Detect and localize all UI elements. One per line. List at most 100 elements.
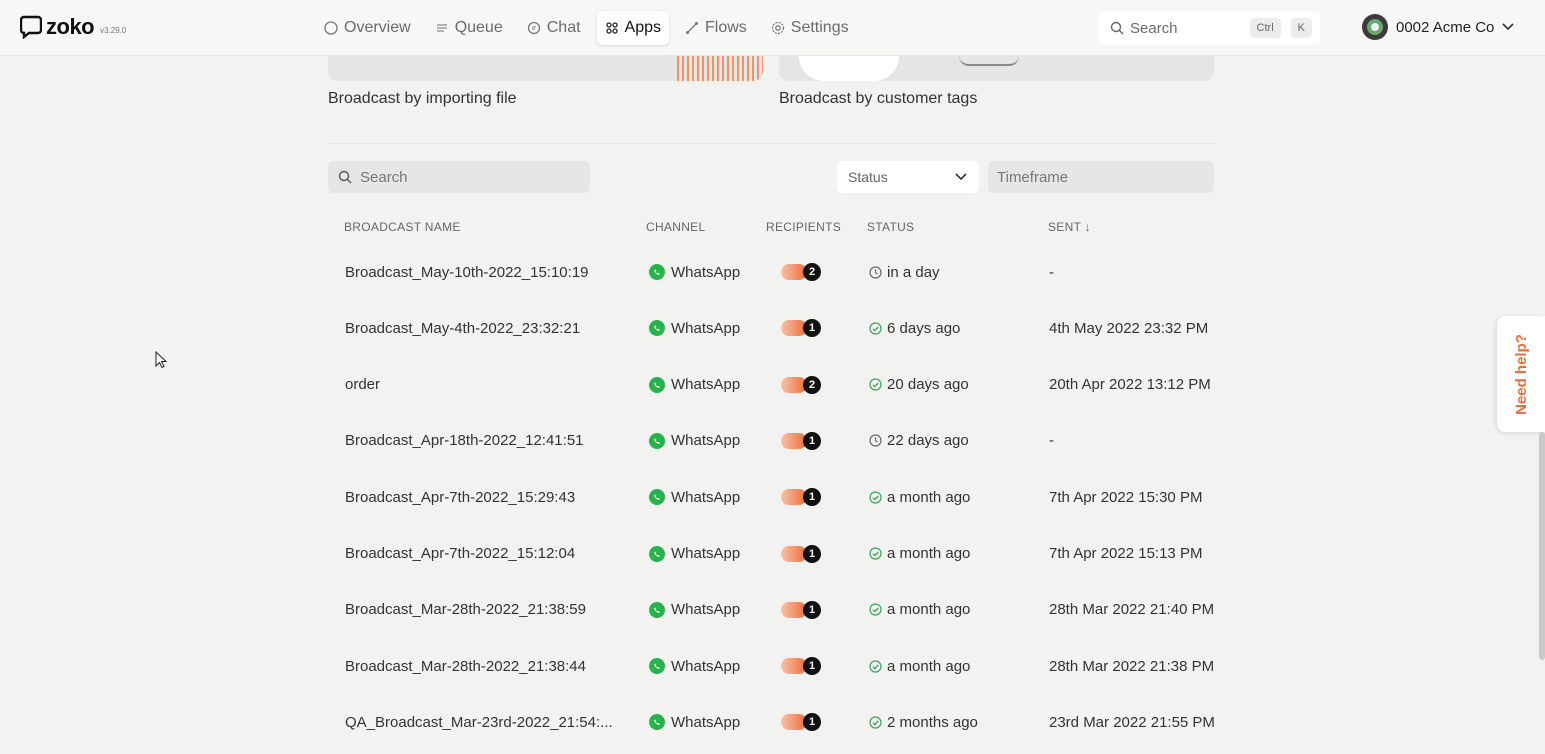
status-text: 6 days ago: [887, 319, 961, 337]
channel-cell: WhatsApp: [649, 638, 740, 694]
status-cell: 6 days ago: [869, 300, 960, 356]
search-icon: [1110, 21, 1124, 35]
table-row[interactable]: order WhatsApp 2 20 days ago 20th Apr 20…: [328, 357, 1214, 413]
column-header-sent[interactable]: SENT ↓: [1048, 220, 1091, 234]
broadcast-name[interactable]: Broadcast_Apr-7th-2022_15:12:04: [345, 526, 575, 582]
table-row[interactable]: Broadcast_May-10th-2022_15:10:19 WhatsAp…: [328, 244, 1214, 300]
check-circle-icon: [869, 659, 882, 673]
broadcast-tags-card[interactable]: [779, 56, 1214, 81]
recipients-indicator: 1: [781, 319, 823, 338]
recipients-indicator: 2: [781, 263, 823, 281]
broadcast-name[interactable]: Broadcast_Apr-18th-2022_12:41:51: [345, 413, 584, 469]
table-row[interactable]: Broadcast_Apr-7th-2022_15:12:04 WhatsApp…: [328, 526, 1214, 582]
need-help-button[interactable]: Need help?: [1497, 316, 1545, 432]
search-placeholder: Search: [360, 168, 408, 186]
global-search[interactable]: Search Ctrl K: [1098, 11, 1320, 45]
column-header-status[interactable]: STATUS: [867, 220, 914, 234]
table-row[interactable]: Broadcast_Mar-28th-2022_21:38:59 WhatsAp…: [328, 582, 1214, 638]
channel-label: WhatsApp: [671, 601, 741, 619]
nav-label: Chat: [546, 19, 581, 36]
nav-label: Overview: [344, 19, 411, 36]
channel-label: WhatsApp: [671, 263, 741, 281]
table-row[interactable]: Broadcast_May-4th-2022_23:32:21 WhatsApp…: [328, 300, 1214, 356]
clock-icon: [869, 434, 882, 447]
channel-cell: WhatsApp: [649, 469, 740, 525]
sent-time: 28th Mar 2022 21:38 PM: [1049, 657, 1215, 675]
channel-cell: WhatsApp: [649, 526, 740, 582]
account-switcher[interactable]: 0002 Acme Co: [1362, 14, 1514, 40]
channel-label: WhatsApp: [671, 657, 741, 675]
sent-time: 7th Apr 2022 15:30 PM: [1049, 488, 1203, 506]
sent-time: 28th Mar 2022 21:40 PM: [1049, 601, 1215, 619]
column-header-channel[interactable]: CHANNEL: [646, 220, 705, 234]
recipients-count: 2: [803, 375, 821, 394]
status-text: a month ago: [887, 488, 971, 506]
app-version: v3.29.0: [100, 25, 127, 35]
broadcast-name[interactable]: Broadcast_Apr-7th-2022_15:29:43: [345, 469, 575, 525]
global-search-placeholder: Search: [1130, 19, 1178, 37]
status-text: 2 months ago: [887, 713, 978, 731]
nav-chat[interactable]: Chat: [519, 11, 589, 45]
recipients-cell: 1: [781, 638, 823, 694]
channel-cell: WhatsApp: [649, 413, 740, 469]
table-row[interactable]: Broadcast_Apr-7th-2022_15:29:43 WhatsApp…: [328, 469, 1214, 525]
nav-queue[interactable]: Queue: [427, 11, 511, 45]
status-filter-select[interactable]: Status: [837, 161, 979, 193]
sent-time: -: [1049, 263, 1054, 281]
recipients-cell: 1: [781, 469, 823, 525]
main-nav: Overview Queue Chat Apps Flows Settings: [316, 11, 857, 45]
recipients-cell: 2: [781, 357, 823, 413]
channel-cell: WhatsApp: [649, 582, 740, 638]
broadcast-name[interactable]: Broadcast_Mar-28th-2022_21:38:44: [345, 638, 586, 694]
channel-cell: WhatsApp: [649, 300, 740, 356]
app-logo[interactable]: zoko v3.29.0: [20, 14, 126, 40]
clock-icon: [869, 265, 882, 279]
zoko-logo-icon: [20, 15, 42, 39]
shortcut-key: Ctrl: [1249, 18, 1281, 38]
sent-time: 20th Apr 2022 13:12 PM: [1049, 376, 1211, 394]
broadcast-search-input[interactable]: Search: [328, 161, 590, 193]
avatar: [1362, 14, 1388, 40]
grid-icon: [605, 22, 618, 34]
table-row[interactable]: Broadcast_Apr-18th-2022_12:41:51 WhatsAp…: [328, 413, 1214, 469]
broadcast-name[interactable]: Broadcast_Mar-28th-2022_21:38:59: [345, 582, 586, 638]
table-row[interactable]: QA_Broadcast_Mar-23rd-2022_21:54:... Wha…: [328, 694, 1215, 750]
timeframe-filter-input[interactable]: Timeframe: [988, 161, 1214, 193]
channel-label: WhatsApp: [671, 319, 741, 337]
check-circle-icon: [869, 547, 882, 560]
account-logo-icon: [1367, 19, 1383, 35]
scrollbar[interactable]: [1539, 432, 1545, 660]
nav-label: Flows: [705, 19, 747, 36]
recipients-indicator: 1: [781, 713, 823, 732]
broadcast-tags-label: Broadcast by customer tags: [779, 90, 978, 107]
recipients-count: 1: [803, 319, 821, 338]
recipients-count: 1: [803, 713, 821, 732]
need-help-label: Need help?: [1512, 333, 1530, 415]
status-text: a month ago: [887, 545, 971, 562]
broadcast-import-card[interactable]: [328, 56, 763, 81]
nav-flows[interactable]: Flows: [677, 11, 755, 45]
channel-label: WhatsApp: [671, 376, 741, 394]
status-text: in a day: [887, 263, 940, 281]
broadcast-name[interactable]: Broadcast_May-10th-2022_15:10:19: [345, 244, 589, 300]
whatsapp-icon: [649, 658, 665, 675]
nav-apps[interactable]: Apps: [596, 11, 669, 45]
card-illustration: [677, 56, 763, 81]
recipients-cell: 1: [781, 582, 823, 638]
whatsapp-icon: [649, 432, 665, 449]
status-cell: a month ago: [869, 526, 970, 582]
status-cell: 20 days ago: [869, 357, 969, 413]
broadcast-name[interactable]: order: [345, 357, 380, 413]
nav-overview[interactable]: Overview: [316, 11, 419, 45]
app-name: zoko: [46, 14, 95, 39]
recipients-indicator: 2: [781, 375, 823, 394]
status-text: a month ago: [887, 601, 971, 619]
column-header-name[interactable]: BROADCAST NAME: [344, 220, 461, 234]
status-text: 20 days ago: [887, 376, 969, 394]
broadcast-name[interactable]: Broadcast_May-4th-2022_23:32:21: [345, 300, 580, 356]
column-header-recipients[interactable]: RECIPIENTS: [766, 220, 841, 234]
broadcast-name[interactable]: QA_Broadcast_Mar-23rd-2022_21:54:...: [345, 694, 613, 750]
nav-settings[interactable]: Settings: [763, 11, 857, 45]
check-circle-icon: [869, 491, 882, 504]
table-row[interactable]: Broadcast_Mar-28th-2022_21:38:44 WhatsAp…: [328, 638, 1214, 694]
